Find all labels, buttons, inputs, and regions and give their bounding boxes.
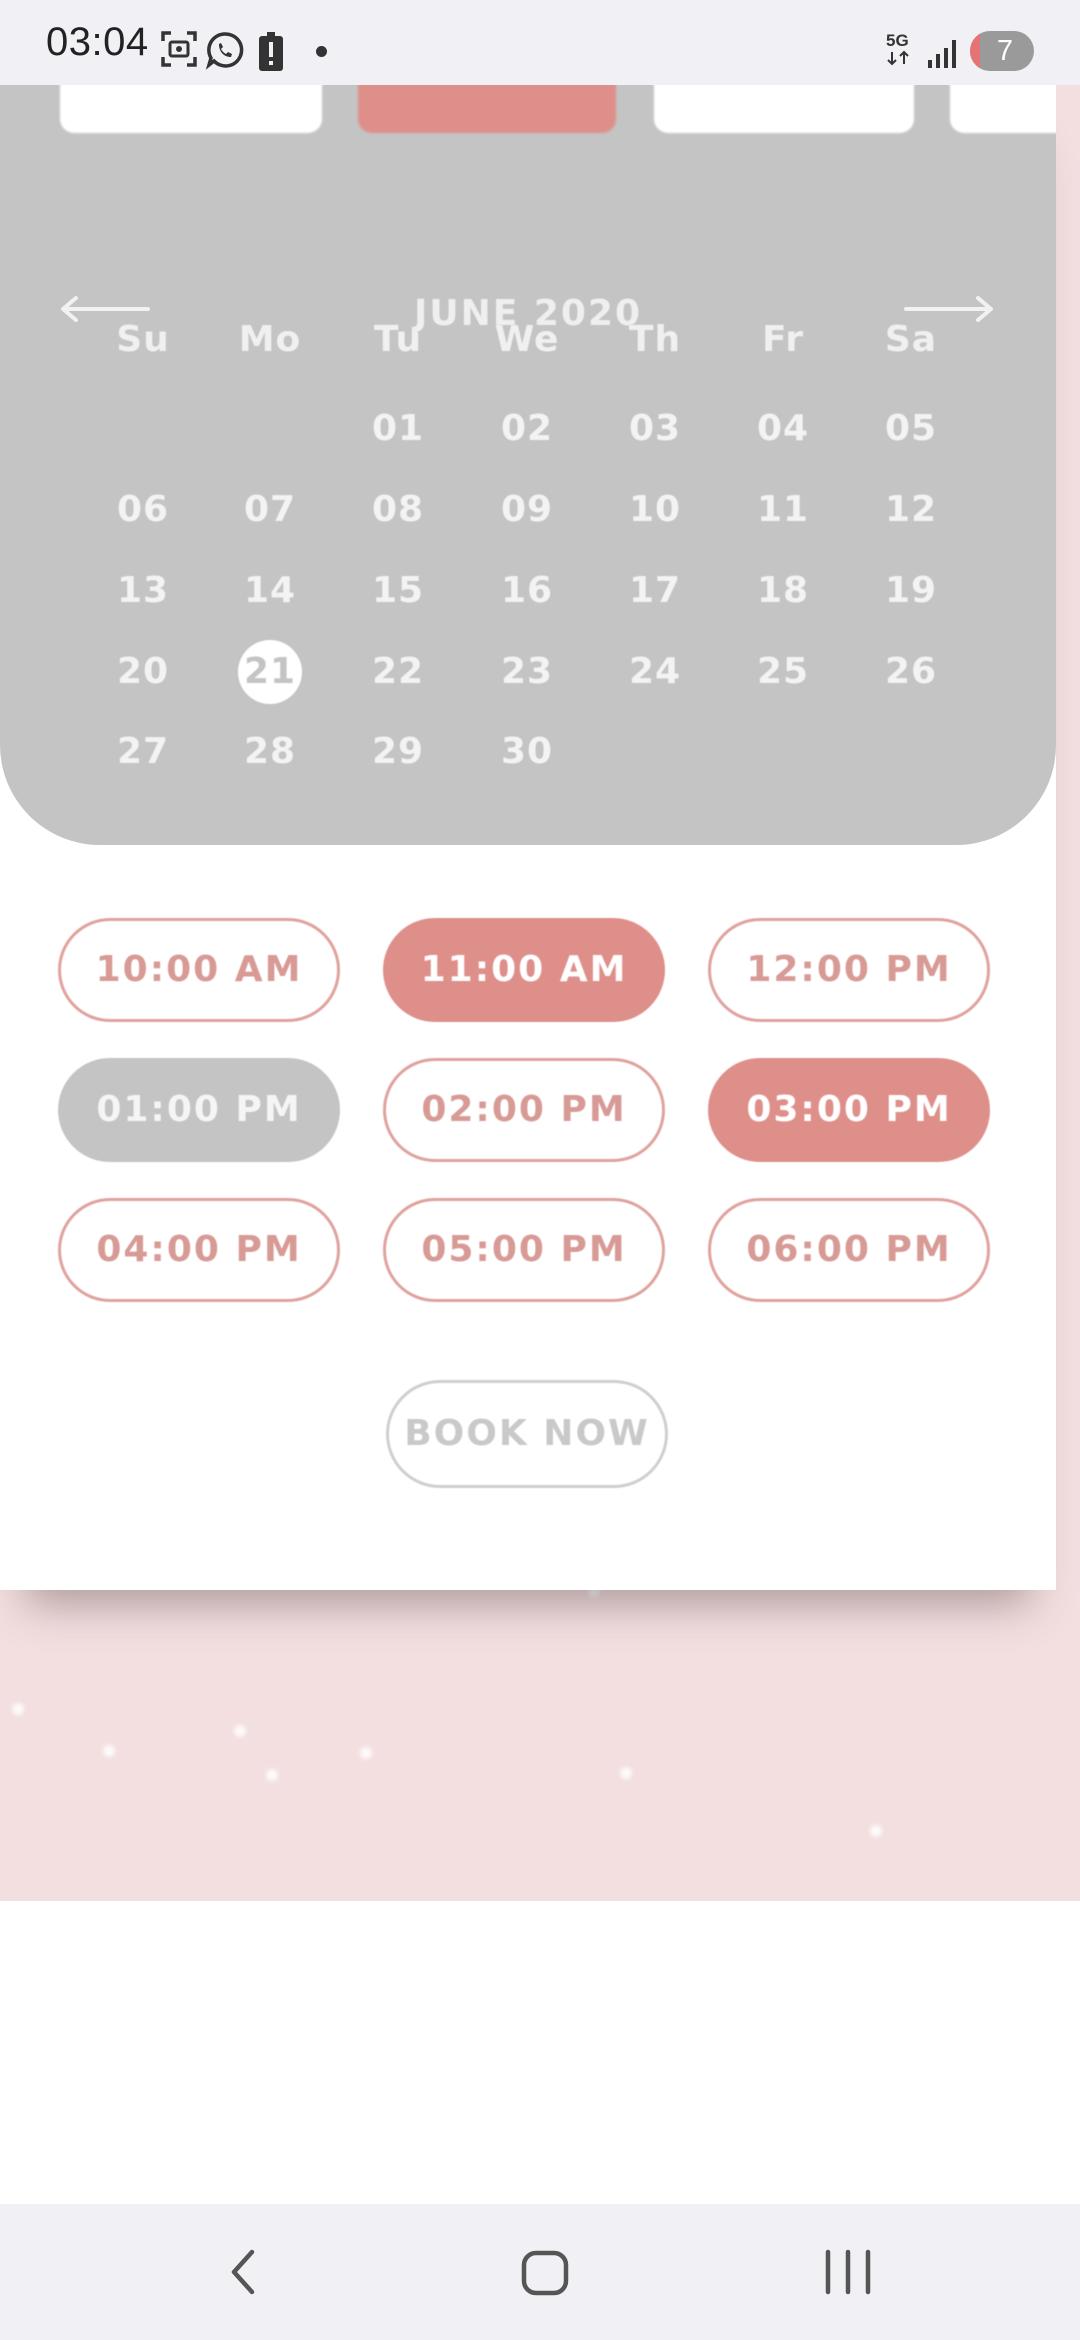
calendar-day[interactable]: 12 — [861, 480, 961, 540]
time-slot-available[interactable]: 02:00 PM — [383, 1058, 665, 1162]
weekday-header-sa: Sa — [884, 319, 938, 360]
calendar-day[interactable]: 16 — [477, 561, 577, 621]
calendar-day[interactable]: 17 — [605, 561, 705, 621]
calendar-day[interactable]: 30 — [477, 722, 577, 782]
sparkle — [360, 1747, 372, 1759]
status-bar: 03:04 5G 7 — [0, 0, 1080, 85]
calendar-day[interactable]: 23 — [477, 642, 577, 702]
signal-icon — [928, 40, 956, 68]
calendar-grid: Su Mo Tu We Th Fr Sa 01 02 03 04 05 06 07 08 09 10 11 12 13… — [0, 85, 1056, 845]
time-slot-available[interactable]: 06:00 PM — [708, 1198, 990, 1302]
network-type: 5G — [886, 32, 912, 66]
calendar-day[interactable]: 07 — [220, 480, 320, 540]
notification-count: 7 — [996, 35, 1014, 67]
calendar-day[interactable]: 11 — [733, 480, 833, 540]
calendar-day[interactable]: 18 — [733, 561, 833, 621]
calendar-day[interactable]: 22 — [348, 642, 448, 702]
calendar-day[interactable]: 27 — [93, 722, 193, 782]
weekday-header-we: We — [494, 319, 560, 360]
calendar-day[interactable]: 26 — [861, 642, 961, 702]
calendar-day[interactable]: 29 — [348, 722, 448, 782]
battery-indicator: 7 — [970, 31, 1034, 71]
calendar-day[interactable]: 28 — [220, 722, 320, 782]
calendar-day[interactable]: 24 — [605, 642, 705, 702]
calendar-day[interactable]: 20 — [93, 642, 193, 702]
back-icon[interactable] — [194, 2232, 294, 2312]
whatsapp-icon — [205, 32, 244, 70]
sparkle — [620, 1767, 632, 1779]
notification-dot — [316, 46, 327, 57]
weekday-header-mo: Mo — [238, 319, 302, 360]
calendar-day[interactable]: 09 — [477, 480, 577, 540]
calendar-day[interactable]: 15 — [348, 561, 448, 621]
screenshot-icon — [161, 31, 197, 67]
time-slot-disabled: 01:00 PM — [58, 1058, 340, 1162]
time-slot-available[interactable]: 10:00 AM — [58, 918, 340, 1022]
booking-card: JUNE 2020 Su Mo Tu We Th Fr Sa 01 02 03 04 05 06 07 08… — [0, 85, 1056, 1590]
time-slot-selected[interactable]: 11:00 AM — [383, 918, 665, 1022]
weekday-header-tu: Tu — [373, 319, 423, 360]
sparkle — [103, 1745, 115, 1757]
calendar-day[interactable]: 14 — [220, 561, 320, 621]
calendar-day[interactable]: 03 — [605, 399, 705, 459]
time-slot-available[interactable]: 04:00 PM — [58, 1198, 340, 1302]
calendar-day[interactable]: 10 — [605, 480, 705, 540]
battery-alert-icon — [259, 32, 283, 71]
weekday-header-th: Th — [628, 319, 682, 360]
calendar-day[interactable]: 01 — [348, 399, 448, 459]
calendar-day[interactable]: 19 — [861, 561, 961, 621]
time-slot-available[interactable]: 05:00 PM — [383, 1198, 665, 1302]
calendar-day[interactable]: 06 — [93, 480, 193, 540]
time-slot-available[interactable]: 12:00 PM — [708, 918, 990, 1022]
weekday-header-su: Su — [116, 319, 170, 360]
calendar-day[interactable]: 02 — [477, 399, 577, 459]
calendar-day[interactable]: 05 — [861, 399, 961, 459]
sparkle — [234, 1725, 246, 1737]
calendar-panel: JUNE 2020 Su Mo Tu We Th Fr Sa 01 02 03 04 05 06 07 08… — [0, 85, 1056, 845]
sparkle — [266, 1769, 278, 1781]
calendar-day[interactable]: 13 — [93, 561, 193, 621]
sparkle — [870, 1825, 882, 1837]
status-time: 03:04 — [46, 20, 149, 64]
calendar-day-selected[interactable]: 21 — [220, 640, 320, 704]
calendar-day[interactable]: 25 — [733, 642, 833, 702]
book-now-button[interactable]: BOOK NOW — [386, 1380, 668, 1488]
time-slot-selected[interactable]: 03:00 PM — [708, 1058, 990, 1162]
calendar-day[interactable]: 04 — [733, 399, 833, 459]
sparkle — [12, 1703, 24, 1715]
weekday-header-fr: Fr — [761, 319, 805, 360]
calendar-day[interactable]: 08 — [348, 480, 448, 540]
recents-icon[interactable] — [798, 2232, 898, 2312]
home-icon[interactable] — [495, 2232, 595, 2312]
navigation-bar — [0, 2204, 1080, 2340]
